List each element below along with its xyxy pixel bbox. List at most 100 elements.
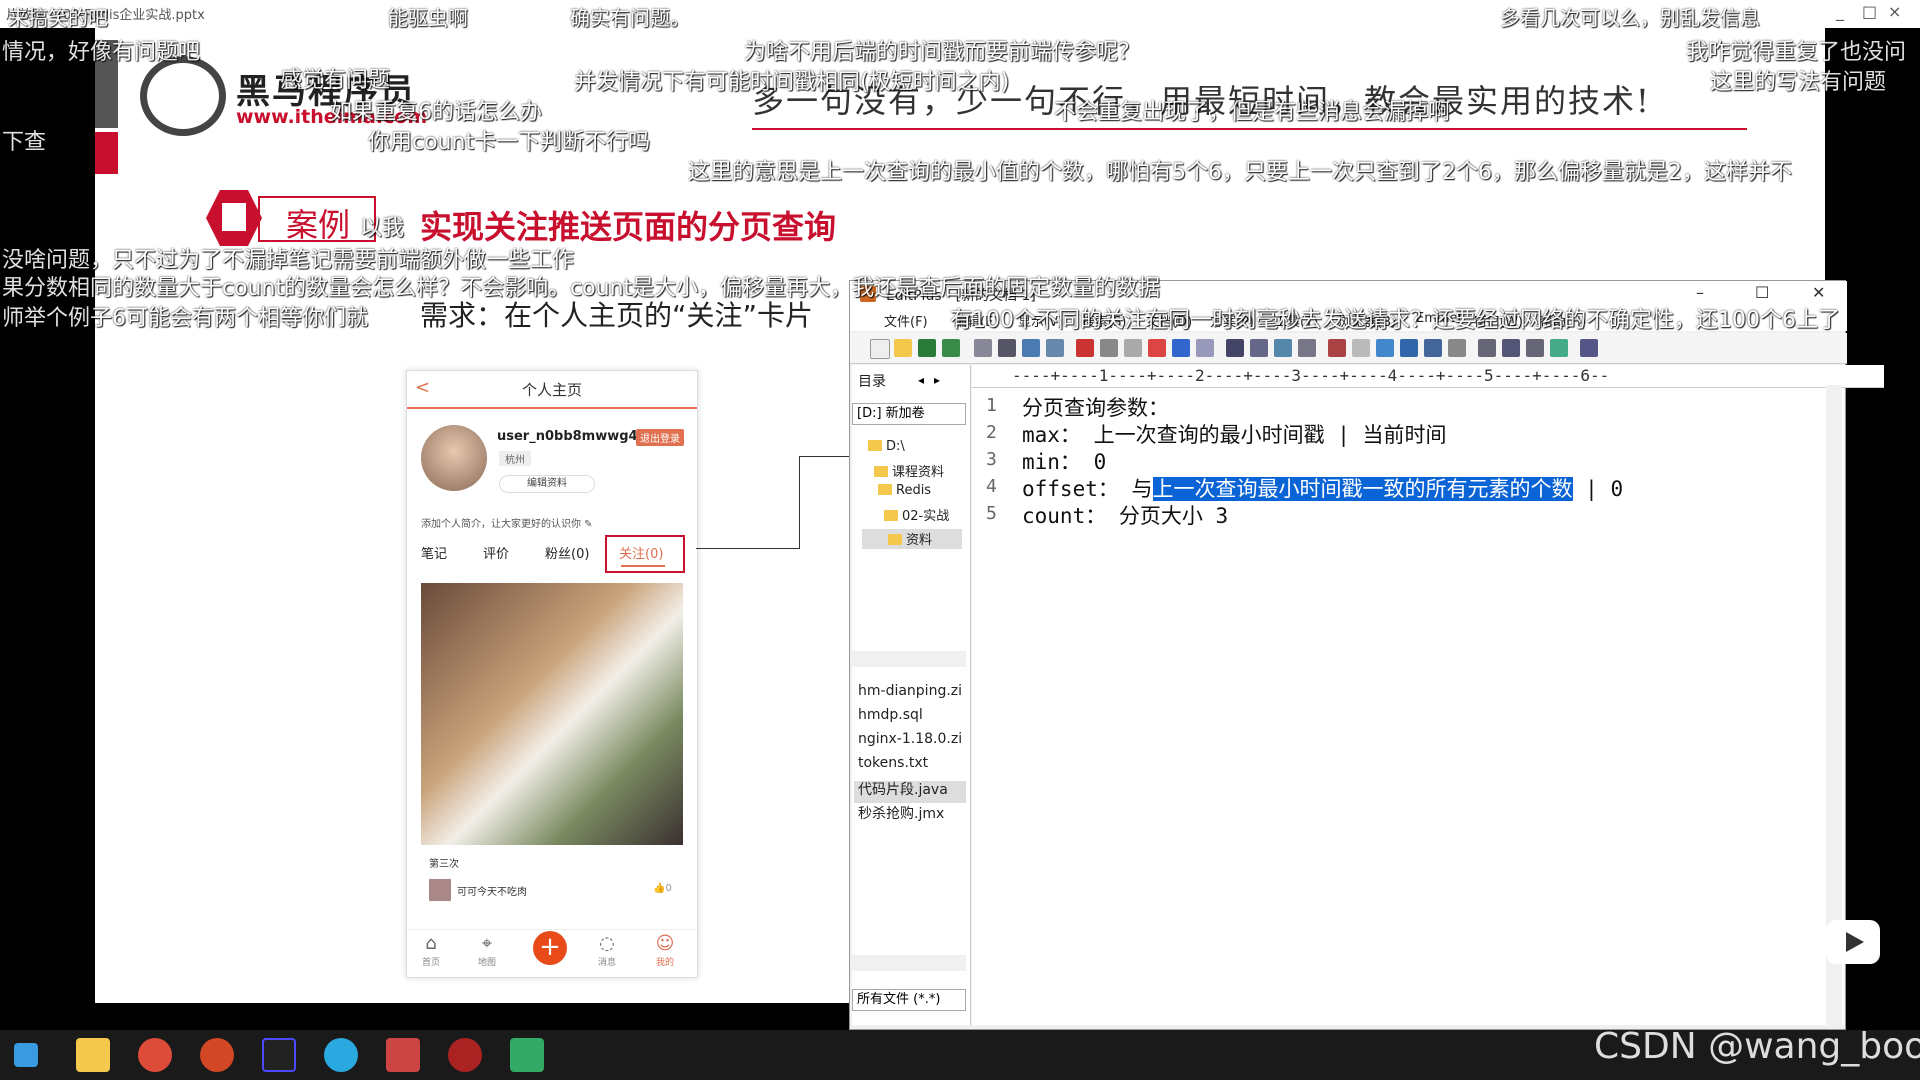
save-all-icon[interactable] <box>942 339 960 357</box>
tab-notes[interactable]: 笔记 <box>421 543 447 562</box>
file-item[interactable]: 秒杀抢购.jmx <box>858 803 944 823</box>
minimize-button[interactable]: _ <box>1836 2 1844 21</box>
close-button[interactable]: × <box>1888 2 1901 21</box>
tree-item[interactable]: 课程资料 <box>874 461 944 480</box>
file-item[interactable]: tokens.txt <box>858 755 928 771</box>
file-filter-select[interactable]: 所有文件 (*.*) <box>852 989 966 1011</box>
cliptext-icon[interactable] <box>1502 339 1520 357</box>
edit-profile-button[interactable]: 编辑资料 <box>499 475 595 493</box>
like-count[interactable]: 👍0 <box>653 883 672 894</box>
phone-mockup: < 个人主页 user_n0bb8mwwg4 退出登录 杭州 编辑资料 添加个人… <box>406 370 698 978</box>
find-icon[interactable] <box>1226 339 1244 357</box>
panel-prev-arrow-icon[interactable]: ◂ <box>918 373 924 387</box>
code-line[interactable]: max： 上一次查询的最小时间戳 | 当前时间 <box>1022 419 1447 449</box>
delete-icon[interactable] <box>1148 339 1166 357</box>
line-number-icon[interactable] <box>1424 339 1442 357</box>
paste-icon[interactable] <box>1124 339 1142 357</box>
drive-select[interactable]: [D:] 新加卷 <box>852 403 966 425</box>
code-line[interactable]: count： 分页大小 3 <box>1022 500 1228 530</box>
panel-next-arrow-icon[interactable]: ▸ <box>934 373 940 387</box>
line-number: 1 <box>986 395 997 416</box>
file-item[interactable]: hmdp.sql <box>858 707 923 723</box>
nav-me[interactable]: ☺ 我的 <box>645 933 685 968</box>
tab-fans[interactable]: 粉丝(0) <box>545 543 589 562</box>
editor-area[interactable]: ----+----1----+----2----+----3----+----4… <box>972 365 1884 1025</box>
new-file-icon[interactable] <box>870 339 890 359</box>
browser-icon[interactable] <box>1046 339 1064 357</box>
add-post-button[interactable]: + <box>533 931 567 965</box>
replace-icon[interactable] <box>1250 339 1268 357</box>
file-item[interactable]: 代码片段.java <box>858 779 948 799</box>
fullscreen-icon[interactable] <box>1550 339 1568 357</box>
map-pin-icon: ⌖ <box>481 933 493 954</box>
print-preview-icon[interactable] <box>974 339 992 357</box>
redo-icon[interactable] <box>1196 339 1214 357</box>
browser-icon[interactable] <box>324 1038 358 1072</box>
nav-map[interactable]: ⌖ 地图 <box>467 933 507 968</box>
tree-item[interactable]: 资料 <box>888 529 932 548</box>
danmaku-comment: 确实有问题。 <box>570 6 690 30</box>
spellcheck-icon[interactable] <box>1022 339 1040 357</box>
output-window-icon[interactable] <box>1526 339 1544 357</box>
settings-gear-icon[interactable] <box>1448 339 1466 357</box>
save-icon[interactable] <box>918 339 936 357</box>
undo-icon[interactable] <box>1172 339 1190 357</box>
editplus-maximize-button[interactable]: ☐ <box>1755 283 1769 302</box>
open-folder-icon[interactable] <box>894 339 912 357</box>
editplus-minimize-button[interactable]: – <box>1696 283 1704 302</box>
screen-tool-icon[interactable] <box>510 1038 544 1072</box>
logout-button[interactable]: 退出登录 <box>636 429 684 446</box>
code-line[interactable]: 分页查询参数： <box>1022 392 1169 422</box>
goto-line-icon[interactable] <box>1298 339 1316 357</box>
ruler-icon[interactable] <box>1400 339 1418 357</box>
nav-messages[interactable]: ◌ 消息 <box>587 933 627 968</box>
directory-window-icon[interactable] <box>1478 339 1496 357</box>
slogan-underline <box>752 128 1747 130</box>
redis-icon[interactable] <box>448 1038 482 1072</box>
file-item[interactable]: nginx-1.18.0.zi <box>858 731 962 747</box>
tree-item[interactable]: Redis <box>878 483 931 498</box>
code-line[interactable]: offset： 与上一次查询最小时间戳一致的所有元素的个数 | 0 <box>1022 473 1623 503</box>
code-line[interactable]: min： 0 <box>1022 446 1106 476</box>
tree-item[interactable]: 02-实战 <box>884 505 949 524</box>
file-explorer-icon[interactable] <box>76 1038 110 1072</box>
cut-icon[interactable] <box>1076 339 1094 357</box>
file-item[interactable]: hm-dianping.zi <box>858 683 962 699</box>
menu-file[interactable]: 文件(F) <box>884 311 928 330</box>
toolbar <box>850 333 1847 364</box>
danmaku-comment: 如果重复6的话怎么办 <box>330 100 542 125</box>
danmaku-comment: 感觉有问题 <box>280 68 391 93</box>
danmaku-comment: 下查 <box>2 130 47 155</box>
tree-scrollbar[interactable] <box>852 651 966 667</box>
chrome-icon[interactable] <box>138 1038 172 1072</box>
selected-text: 上一次查询最小时间戳一致的所有元素的个数 <box>1152 477 1573 501</box>
tree-item[interactable]: D:\ <box>868 439 905 454</box>
post-photo[interactable] <box>421 583 683 845</box>
powerpoint-icon[interactable] <box>200 1038 234 1072</box>
letterbox-left <box>0 28 95 1003</box>
intellij-icon[interactable] <box>262 1038 296 1072</box>
find-in-files-icon[interactable] <box>1274 339 1292 357</box>
danmaku-comment: 并发情况下有可能时间戳相同(极短时间之内) <box>574 70 1010 95</box>
line-number: 4 <box>986 476 997 497</box>
copy-icon[interactable] <box>1100 339 1118 357</box>
editplus-taskbar-icon[interactable] <box>386 1038 420 1072</box>
nav-messages-label: 消息 <box>597 958 616 968</box>
play-button[interactable] <box>1826 920 1880 964</box>
maximize-button[interactable]: □ <box>1862 2 1877 21</box>
tab-reviews[interactable]: 评价 <box>483 543 509 562</box>
city-badge: 杭州 <box>499 451 531 466</box>
word-wrap-icon[interactable] <box>1376 339 1394 357</box>
print-icon[interactable] <box>998 339 1016 357</box>
tab-follow[interactable]: 关注(0) <box>619 543 663 562</box>
nav-me-label: 我的 <box>655 958 674 968</box>
watermark: CSDN @wang_book <box>1594 1026 1920 1067</box>
help-icon[interactable] <box>1580 339 1598 357</box>
file-list-scrollbar[interactable] <box>852 955 966 971</box>
nav-home[interactable]: ⌂ 首页 <box>411 933 451 968</box>
hex-icon[interactable] <box>1352 339 1370 357</box>
windows-start-icon[interactable] <box>14 1043 38 1067</box>
font-icon[interactable] <box>1328 339 1346 357</box>
editplus-close-button[interactable]: ✕ <box>1812 283 1825 302</box>
danmaku-comment: 师举个例子6可能会有两个相等你们就 <box>2 306 368 331</box>
